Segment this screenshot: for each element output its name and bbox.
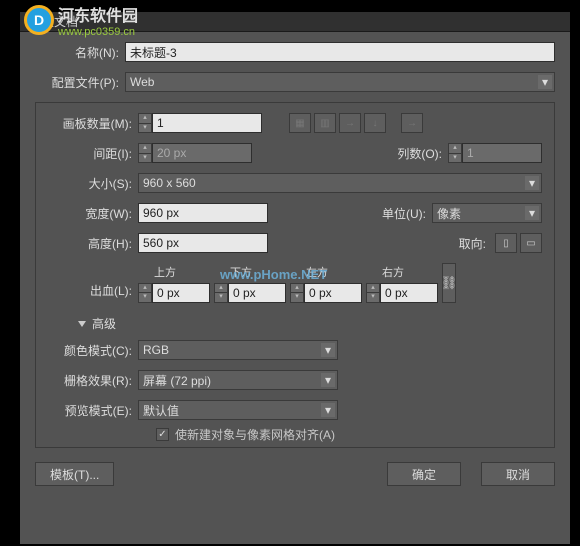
- columns-input: [462, 143, 542, 163]
- artboard-count-input[interactable]: [152, 113, 262, 133]
- arrange-right-icon: →: [401, 113, 423, 133]
- color-mode-label: 颜色模式(C):: [48, 342, 138, 359]
- height-label: 高度(H):: [48, 235, 138, 252]
- watermark-center: www.pHome.NET: [220, 267, 327, 282]
- raster-dropdown[interactable]: 屏幕 (72 ppi) ▾: [138, 370, 338, 390]
- orientation-landscape-icon[interactable]: ▭: [520, 233, 542, 253]
- profile-label: 配置文件(P):: [35, 74, 125, 91]
- bleed-bottom-stepper[interactable]: ▴▾: [214, 283, 228, 303]
- template-button[interactable]: 模板(T)...: [35, 462, 114, 486]
- width-input[interactable]: [138, 203, 268, 223]
- raster-label: 栅格效果(R):: [48, 372, 138, 389]
- arrange-ltr-icon: →: [339, 113, 361, 133]
- artboard-count-stepper[interactable]: ▴▾: [138, 113, 152, 133]
- bleed-top-label: 上方: [138, 264, 210, 280]
- color-mode-dropdown[interactable]: RGB ▾: [138, 340, 338, 360]
- profile-dropdown[interactable]: Web ▾: [125, 72, 555, 92]
- units-dropdown[interactable]: 像素 ▾: [432, 203, 542, 223]
- orientation-portrait-icon[interactable]: ▯: [495, 233, 517, 253]
- bleed-label: 出血(L):: [48, 282, 138, 303]
- bleed-left-input[interactable]: [304, 283, 362, 303]
- size-dropdown[interactable]: 960 x 560 ▾: [138, 173, 542, 193]
- chevron-down-icon: ▾: [525, 206, 539, 220]
- preview-label: 预览模式(E):: [48, 402, 138, 419]
- triangle-down-icon: [78, 321, 86, 327]
- bleed-right-label: 右方: [366, 264, 438, 280]
- units-label: 单位(U):: [372, 205, 432, 222]
- bleed-top-stepper[interactable]: ▴▾: [138, 283, 152, 303]
- spacing-label: 间距(I):: [48, 145, 138, 162]
- name-label: 名称(N):: [35, 44, 125, 61]
- arrange-down-icon: ↓: [364, 113, 386, 133]
- chevron-down-icon: ▾: [321, 373, 335, 387]
- artboard-count-label: 画板数量(M):: [48, 115, 138, 132]
- size-label: 大小(S):: [48, 175, 138, 192]
- columns-stepper: ▴▾: [448, 143, 462, 163]
- bleed-right-stepper[interactable]: ▴▾: [366, 283, 380, 303]
- bleed-left-stepper[interactable]: ▴▾: [290, 283, 304, 303]
- align-grid-checkbox[interactable]: ✓: [156, 428, 169, 441]
- watermark-site-name: 河东软件园: [58, 2, 138, 26]
- orientation-label: 取向:: [452, 235, 492, 252]
- spacing-stepper: ▴▾: [138, 143, 152, 163]
- watermark-site-url: www.pc0359.cn: [58, 26, 138, 38]
- grid-col-icon: ▥: [314, 113, 336, 133]
- cancel-button[interactable]: 取消: [481, 462, 555, 486]
- columns-label: 列数(O):: [378, 145, 448, 162]
- preview-dropdown[interactable]: 默认值 ▾: [138, 400, 338, 420]
- height-input[interactable]: [138, 233, 268, 253]
- chevron-down-icon: ▾: [321, 403, 335, 417]
- watermark-logo: D 河东软件园 www.pc0359.cn: [24, 2, 138, 38]
- chevron-down-icon: ▾: [538, 75, 552, 89]
- chevron-down-icon: ▾: [525, 176, 539, 190]
- bleed-bottom-input[interactable]: [228, 283, 286, 303]
- grid-row-icon: ▦: [289, 113, 311, 133]
- name-input[interactable]: [125, 42, 555, 62]
- bleed-link-icon[interactable]: ⛓: [442, 263, 456, 303]
- watermark-badge: D: [24, 5, 54, 35]
- spacing-input: [152, 143, 252, 163]
- advanced-toggle[interactable]: 高级: [78, 315, 542, 332]
- bleed-right-input[interactable]: [380, 283, 438, 303]
- chevron-down-icon: ▾: [321, 343, 335, 357]
- ok-button[interactable]: 确定: [387, 462, 461, 486]
- bleed-top-input[interactable]: [152, 283, 210, 303]
- width-label: 宽度(W):: [48, 205, 138, 222]
- new-document-dialog: 名称(N): 配置文件(P): Web ▾ 画板数量(M): ▴▾ ▦ ▥ → …: [20, 32, 570, 544]
- align-grid-label: 使新建对象与像素网格对齐(A): [175, 426, 335, 443]
